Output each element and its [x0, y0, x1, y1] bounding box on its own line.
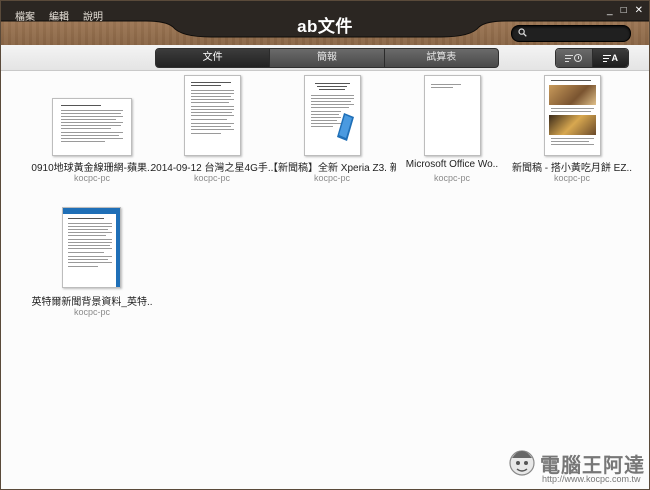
- maximize-button[interactable]: □: [621, 6, 627, 16]
- list-icon: [565, 53, 574, 64]
- document-thumbnail: [304, 75, 361, 156]
- list-icon: [602, 53, 611, 64]
- sort-by-name-button[interactable]: A: [591, 49, 628, 67]
- window-controls: _ □ ✕: [607, 6, 643, 16]
- tab-spreadsheets[interactable]: 試算表: [383, 49, 498, 67]
- toolbar: 文件 簡報 試算表 A: [1, 45, 649, 71]
- phone-image: [337, 113, 354, 141]
- document-name: 【新聞稿】全新 Xperia Z3. 新增 ..: [268, 163, 396, 174]
- mascot-logo: [509, 450, 535, 476]
- document-thumbnail: [184, 75, 241, 156]
- document-name: 0910地球黃金線珊網-蘋果..: [31, 163, 153, 174]
- document-owner: kocpc-pc: [73, 173, 110, 183]
- close-button[interactable]: ✕: [635, 6, 643, 16]
- search-box: [511, 25, 631, 42]
- document-name: 2014-09-12 台灣之星4G手..: [150, 163, 274, 174]
- minimize-button[interactable]: _: [607, 6, 613, 16]
- sort-by-time-button[interactable]: [556, 49, 592, 67]
- document-owner: kocpc-pc: [553, 173, 590, 183]
- header-band: [63, 208, 120, 214]
- document-owner: kocpc-pc: [73, 307, 110, 317]
- sort-toggle: A: [555, 48, 629, 68]
- search-input[interactable]: [530, 27, 622, 39]
- document-name: 新聞稿 - 搭小黃吃月餅 EZ..: [512, 163, 632, 174]
- search-icon: [518, 28, 527, 40]
- document-owner: kocpc-pc: [433, 173, 470, 183]
- clock-icon: [574, 54, 583, 62]
- watermark-url: http://www.kocpc.com.tw: [542, 474, 641, 484]
- document-owner: kocpc-pc: [313, 173, 350, 183]
- document-name: 英特爾新聞背景資料_英特..: [31, 297, 153, 308]
- side-band: [116, 208, 120, 287]
- tab-presentations[interactable]: 簡報: [269, 49, 383, 67]
- document-thumbnail: [544, 75, 601, 156]
- document-grid: 0910地球黃金線珊網-蘋果.. kocpc-pc 2014-09-12 台灣之…: [1, 71, 649, 489]
- tab-documents[interactable]: 文件: [156, 49, 270, 67]
- title-bar: 檔案 編輯 說明 ab文件 _ □ ✕: [1, 1, 649, 45]
- document-name: Microsoft Office Wo..: [405, 159, 499, 170]
- photo-image: [549, 115, 596, 135]
- document-thumbnail: [52, 98, 132, 156]
- category-tabs: 文件 簡報 試算表: [155, 48, 499, 68]
- document-thumbnail: [62, 207, 121, 288]
- document-thumbnail: [424, 75, 481, 156]
- app-window: 檔案 編輯 說明 ab文件 _ □ ✕ 文件 簡報 試算表 A 0910地球黃金…: [0, 0, 650, 490]
- sort-name-label: A: [611, 53, 619, 63]
- document-owner: kocpc-pc: [193, 173, 230, 183]
- watermark: 電腦王阿達 http://www.kocpc.com.tw: [506, 446, 646, 488]
- photo-image: [549, 85, 596, 105]
